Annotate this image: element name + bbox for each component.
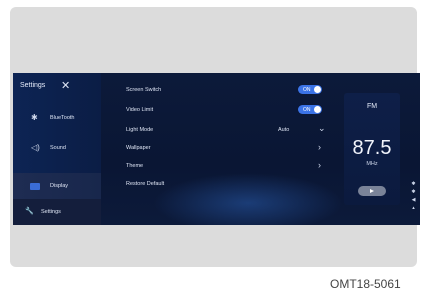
chevron-right-icon[interactable]: › [318,142,321,152]
setting-wallpaper[interactable]: Wallpaper › [126,141,321,155]
sidebar-title: Settings [20,82,46,89]
play-button[interactable] [358,186,386,196]
signal-icon: ▴ [412,205,415,211]
display-icon [30,183,40,190]
sidebar-item-settings[interactable]: 🔧 Settings [13,199,101,225]
video-limit-toggle[interactable]: ON [298,105,322,114]
setting-restore-default[interactable]: Restore Default [126,177,316,191]
sidebar-item-display[interactable]: Display [13,173,101,199]
toggle-text: ON [303,86,311,93]
setting-label: Screen Switch [126,87,162,93]
sidebar-item-sound[interactable]: ◁) Sound [13,135,101,161]
sidebar-item-label: BlueTooth [50,115,75,121]
sidebar-item-bluetooth[interactable]: ✱ BlueTooth [13,105,101,131]
chevron-right-icon[interactable]: › [318,160,321,170]
sidebar-item-label: Display [50,183,69,189]
radio-unit: MHz [366,161,378,167]
close-icon[interactable]: ✕ [61,79,70,92]
sidebar-item-label: Sound [50,145,66,151]
light-mode-value: Auto [278,127,290,133]
setting-label: Wallpaper [126,145,151,151]
sidebar-header: Settings ✕ [13,73,101,101]
setting-label: Theme [126,163,144,169]
wrench-icon: 🔧 [25,208,34,215]
radio-frequency: 87.5 [352,137,392,159]
sidebar-item-label: Settings [41,209,61,215]
setting-screen-switch[interactable]: Screen Switch ON [126,83,322,97]
setting-label: Light Mode [126,127,154,133]
radio-band: FM [366,103,378,110]
toggle-knob [314,86,321,93]
figure-caption: OMT18-5061 [330,277,401,291]
toggle-text: ON [303,106,311,113]
sidebar: Settings ✕ ✱ BlueTooth ◁) Sound Display … [13,73,101,225]
play-icon [370,188,374,193]
toggle-knob [314,106,321,113]
setting-label: Video Limit [126,107,154,113]
bluetooth-icon: ✱ [411,189,416,195]
setting-video-limit[interactable]: Video Limit ON [126,103,322,117]
setting-theme[interactable]: Theme › [126,159,321,173]
bluetooth-icon: ✱ [411,181,416,187]
chevron-down-icon[interactable]: ⌄ [318,123,326,134]
bluetooth-icon: ✱ [31,113,38,122]
radio-widget[interactable]: FM 87.5 MHz [344,93,400,205]
sound-icon: ◁) [31,143,40,152]
screen-switch-toggle[interactable]: ON [298,85,322,94]
status-icons: ✱ ✱ ◀ ▴ [409,180,418,212]
infotainment-screen: Settings ✕ ✱ BlueTooth ◁) Sound Display … [13,73,420,225]
setting-label: Restore Default [126,181,165,187]
setting-light-mode[interactable]: Light Mode Auto ⌄ [126,123,326,137]
volume-icon: ◀ [411,197,416,203]
